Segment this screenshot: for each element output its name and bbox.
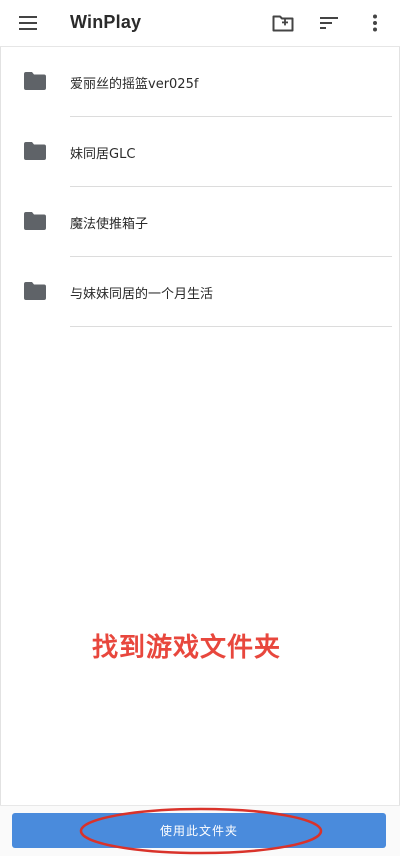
folder-name: 与妹妹同居的一个月生活 — [70, 287, 214, 302]
folder-item[interactable]: 与妹妹同居的一个月生活 — [0, 257, 400, 327]
folder-item[interactable]: 魔法使推箱子 — [0, 187, 400, 257]
folder-icon — [24, 212, 46, 230]
create-folder-icon — [272, 15, 294, 32]
folder-icon — [24, 72, 46, 90]
app-bar: WinPlay — [0, 0, 400, 47]
folder-item[interactable]: 妹同居GLC — [0, 117, 400, 187]
folder-name: 魔法使推箱子 — [70, 217, 149, 232]
folder-name: 爱丽丝的摇篮ver025f — [70, 77, 199, 92]
create-folder-button[interactable] — [267, 7, 299, 39]
app-title: WinPlay — [70, 12, 142, 32]
folder-item[interactable]: 爱丽丝的摇篮ver025f — [0, 47, 400, 117]
folder-name: 妹同居GLC — [70, 147, 136, 162]
menu-icon — [19, 16, 37, 30]
annotation-text: 找到游戏文件夹 — [92, 633, 282, 663]
divider — [70, 326, 392, 327]
menu-button[interactable] — [12, 7, 44, 39]
sort-icon — [320, 17, 338, 29]
use-this-folder-button[interactable]: 使用此文件夹 — [12, 813, 386, 848]
folder-icon — [24, 282, 46, 300]
more-vert-icon — [373, 14, 377, 32]
folder-icon — [24, 142, 46, 160]
folder-list: 爱丽丝的摇篮ver025f 妹同居GLC 魔法使推箱子 与妹妹同居的一个月生活 — [0, 47, 400, 327]
sort-button[interactable] — [313, 7, 345, 39]
more-options-button[interactable] — [359, 7, 391, 39]
